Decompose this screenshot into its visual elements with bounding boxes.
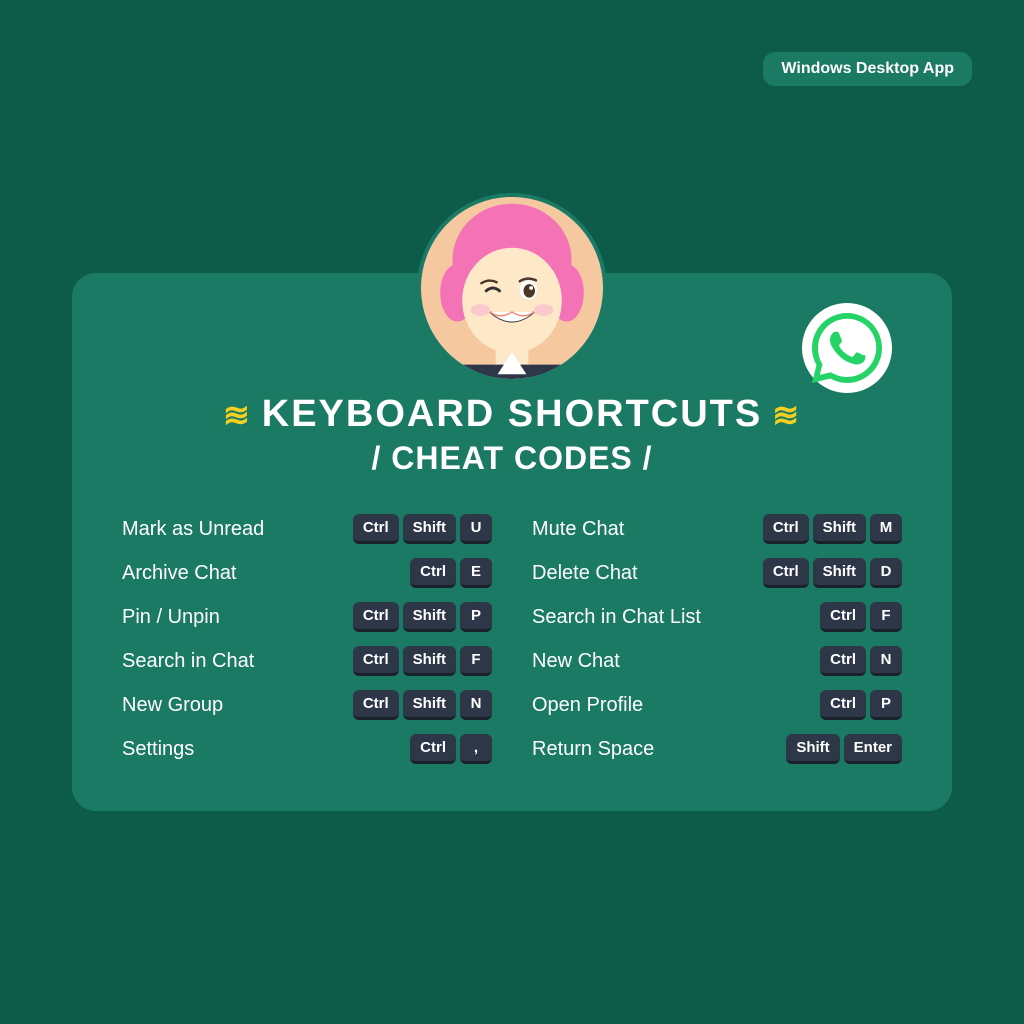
label-return-space: Return Space <box>532 738 692 761</box>
keys-archive-chat: Ctrl E <box>410 558 492 588</box>
shortcut-mute-chat: Mute Chat Ctrl Shift M <box>532 507 902 551</box>
key-n: N <box>870 646 902 676</box>
title-main: ≋ KEYBOARD SHORTCUTS ≋ <box>112 393 912 436</box>
shortcut-mark-unread: Mark as Unread Ctrl Shift U <box>122 507 492 551</box>
key-m: M <box>870 514 902 544</box>
key-ctrl: Ctrl <box>763 558 809 588</box>
key-ctrl: Ctrl <box>353 690 399 720</box>
key-shift: Shift <box>813 558 866 588</box>
key-ctrl: Ctrl <box>353 646 399 676</box>
sparkle-left: ≋ <box>223 396 252 434</box>
title-line1: KEYBOARD SHORTCUTS <box>262 393 762 436</box>
shortcut-search-in-chat: Search in Chat Ctrl Shift F <box>122 639 492 683</box>
keys-pin-unpin: Ctrl Shift P <box>353 602 492 632</box>
key-d: D <box>870 558 902 588</box>
label-open-profile: Open Profile <box>532 694 692 717</box>
key-ctrl: Ctrl <box>763 514 809 544</box>
key-shift: Shift <box>403 602 456 632</box>
key-ctrl: Ctrl <box>820 602 866 632</box>
avatar <box>417 193 607 383</box>
label-settings: Settings <box>122 738 282 761</box>
label-archive-chat: Archive Chat <box>122 562 282 585</box>
label-delete-chat: Delete Chat <box>532 562 692 585</box>
title-line2: / CHEAT CODES / <box>112 440 912 477</box>
shortcuts-left-column: Mark as Unread Ctrl Shift U Archive Chat… <box>122 507 492 771</box>
key-ctrl: Ctrl <box>410 558 456 588</box>
shortcut-pin-unpin: Pin / Unpin Ctrl Shift P <box>122 595 492 639</box>
shortcut-settings: Settings Ctrl , <box>122 727 492 771</box>
shortcut-new-group: New Group Ctrl Shift N <box>122 683 492 727</box>
label-pin-unpin: Pin / Unpin <box>122 606 282 629</box>
shortcut-archive-chat: Archive Chat Ctrl E <box>122 551 492 595</box>
key-ctrl: Ctrl <box>410 734 456 764</box>
key-f: F <box>870 602 902 632</box>
keys-delete-chat: Ctrl Shift D <box>763 558 902 588</box>
key-shift: Shift <box>403 690 456 720</box>
key-shift: Shift <box>813 514 866 544</box>
keys-mute-chat: Ctrl Shift M <box>763 514 902 544</box>
outer-container: Windows Desktop App <box>32 32 992 992</box>
label-mark-unread: Mark as Unread <box>122 518 282 541</box>
label-new-group: New Group <box>122 694 282 717</box>
key-shift: Shift <box>403 646 456 676</box>
shortcut-search-chat-list: Search in Chat List Ctrl F <box>532 595 902 639</box>
key-ctrl: Ctrl <box>820 646 866 676</box>
shortcuts-grid: Mark as Unread Ctrl Shift U Archive Chat… <box>112 507 912 771</box>
title-section: ≋ KEYBOARD SHORTCUTS ≋ / CHEAT CODES / <box>112 393 912 477</box>
shortcut-delete-chat: Delete Chat Ctrl Shift D <box>532 551 902 595</box>
key-e: E <box>460 558 492 588</box>
key-n: N <box>460 690 492 720</box>
keys-search-in-chat: Ctrl Shift F <box>353 646 492 676</box>
key-comma: , <box>460 734 492 764</box>
label-search-in-chat: Search in Chat <box>122 650 282 673</box>
keys-new-chat: Ctrl N <box>820 646 902 676</box>
shortcut-open-profile: Open Profile Ctrl P <box>532 683 902 727</box>
whatsapp-logo <box>802 303 892 393</box>
key-p: P <box>870 690 902 720</box>
shortcut-return-space: Return Space Shift Enter <box>532 727 902 771</box>
key-shift: Shift <box>786 734 839 764</box>
label-new-chat: New Chat <box>532 650 692 673</box>
keys-open-profile: Ctrl P <box>820 690 902 720</box>
sparkle-right: ≋ <box>772 396 801 434</box>
key-f: F <box>460 646 492 676</box>
keys-mark-unread: Ctrl Shift U <box>353 514 492 544</box>
main-card: ≋ KEYBOARD SHORTCUTS ≋ / CHEAT CODES / M… <box>72 273 952 811</box>
keys-return-space: Shift Enter <box>786 734 902 764</box>
key-ctrl: Ctrl <box>353 514 399 544</box>
key-u: U <box>460 514 492 544</box>
key-enter: Enter <box>844 734 902 764</box>
shortcut-new-chat: New Chat Ctrl N <box>532 639 902 683</box>
key-ctrl: Ctrl <box>353 602 399 632</box>
keys-settings: Ctrl , <box>410 734 492 764</box>
key-ctrl: Ctrl <box>820 690 866 720</box>
avatar-area <box>112 193 912 383</box>
keys-new-group: Ctrl Shift N <box>353 690 492 720</box>
key-p: P <box>460 602 492 632</box>
label-search-chat-list: Search in Chat List <box>532 606 701 629</box>
keys-search-chat-list: Ctrl F <box>820 602 902 632</box>
platform-badge: Windows Desktop App <box>763 52 972 86</box>
label-mute-chat: Mute Chat <box>532 518 692 541</box>
shortcuts-right-column: Mute Chat Ctrl Shift M Delete Chat Ctrl … <box>532 507 902 771</box>
key-shift: Shift <box>403 514 456 544</box>
